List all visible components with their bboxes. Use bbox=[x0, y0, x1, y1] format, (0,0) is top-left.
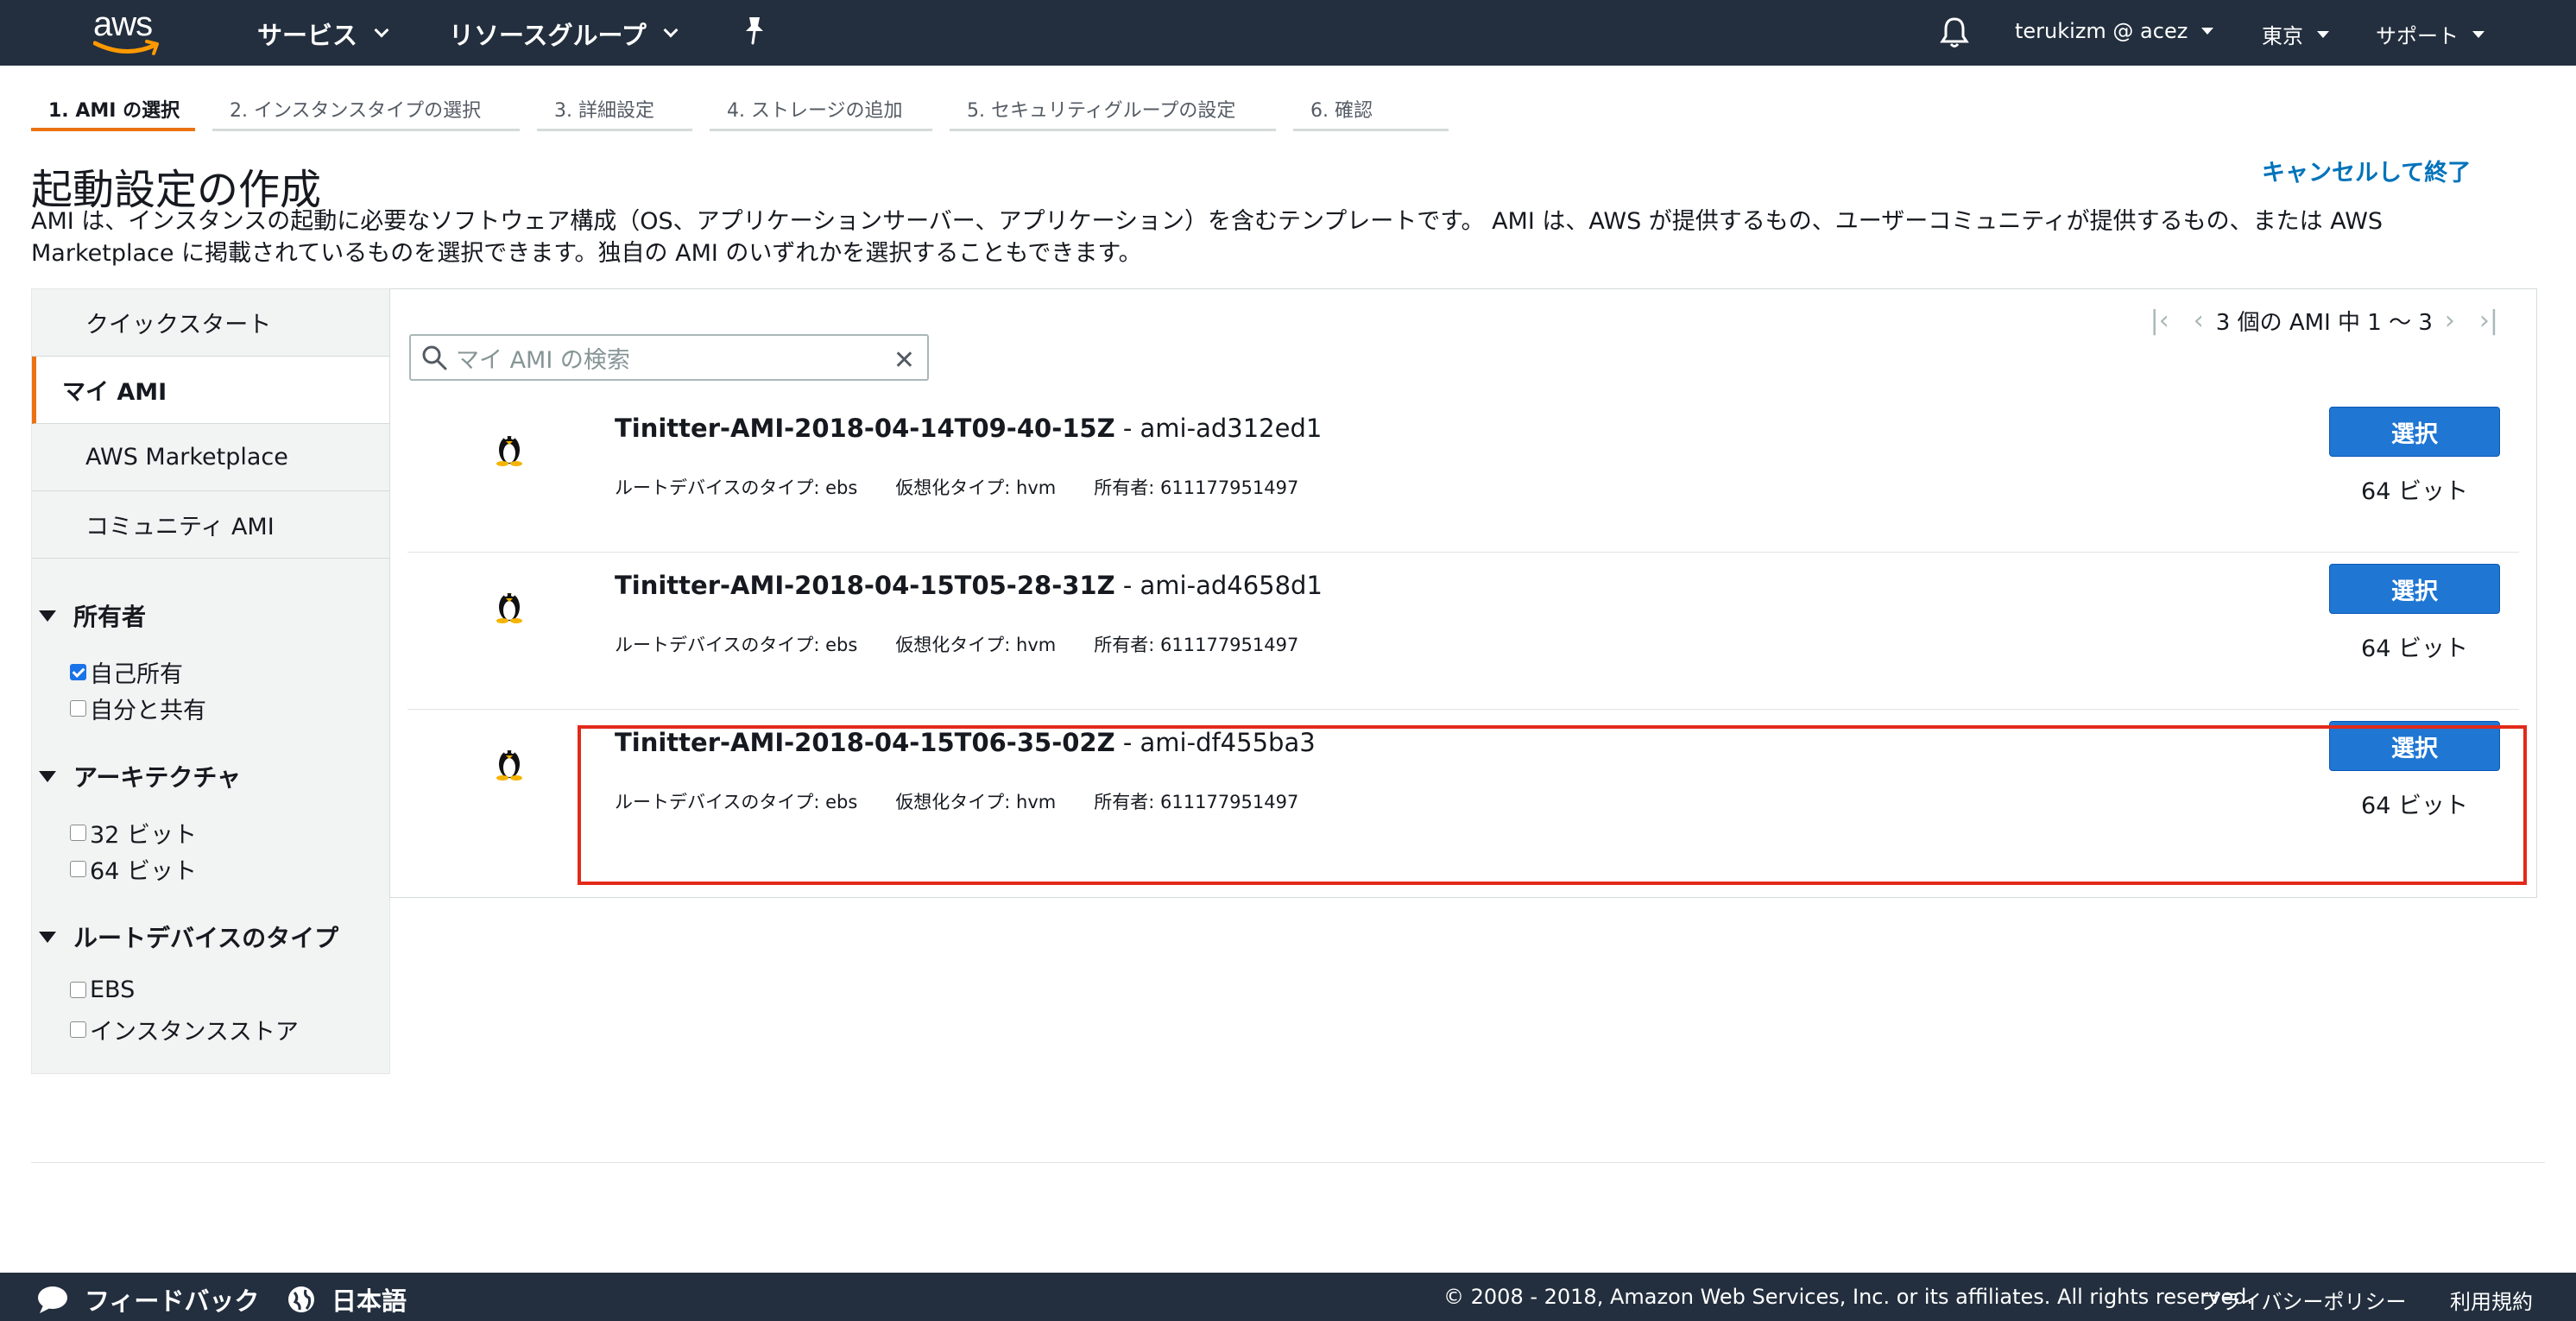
caret-down-icon bbox=[2472, 30, 2484, 38]
highlight-box bbox=[578, 725, 2527, 885]
select-ami-button[interactable]: 選択 bbox=[2329, 564, 2500, 614]
caret-down-icon bbox=[2201, 28, 2214, 35]
search-placeholder: マイ AMI の検索 bbox=[456, 346, 630, 374]
triangle-down-icon bbox=[39, 610, 56, 622]
linux-penguin-icon bbox=[496, 593, 522, 623]
filter-root-instance-store-checkbox[interactable]: インスタンスストア bbox=[70, 1013, 299, 1046]
ami-row: Tinitter-AMI-2018-04-14T09-40-15Z - ami-… bbox=[407, 396, 2519, 553]
cancel-and-exit-link[interactable]: キャンセルして終了 bbox=[2262, 154, 2471, 187]
search-icon bbox=[422, 345, 447, 370]
chevron-down-icon bbox=[663, 22, 679, 38]
resource-groups-menu[interactable]: リソースグループ bbox=[449, 16, 679, 52]
last-page-icon[interactable]: ›| bbox=[2479, 306, 2498, 336]
linux-penguin-icon bbox=[496, 750, 522, 781]
support-menu[interactable]: サポート bbox=[2376, 19, 2484, 49]
services-menu[interactable]: サービス bbox=[257, 16, 389, 52]
filter-architecture-header[interactable]: アーキテクチャ bbox=[39, 759, 241, 793]
pagination-label: 3 個の AMI 中 1 〜 3 bbox=[2215, 310, 2433, 336]
filter-root-ebs-checkbox[interactable]: EBS bbox=[70, 977, 135, 1003]
ami-row: Tinitter-AMI-2018-04-15T05-28-31Z - ami-… bbox=[407, 553, 2519, 710]
terms-of-use-link[interactable]: 利用規約 bbox=[2450, 1285, 2533, 1315]
triangle-down-icon bbox=[39, 931, 56, 943]
next-page-icon[interactable]: › bbox=[2445, 306, 2455, 336]
ami-name: Tinitter-AMI-2018-04-15T05-28-31Z - ami-… bbox=[615, 571, 1323, 600]
wizard-step-review[interactable]: 6. 確認 bbox=[1293, 92, 1449, 131]
filter-owner-shared-checkbox[interactable]: 自分と共有 bbox=[70, 692, 206, 725]
checkbox-icon bbox=[70, 825, 86, 841]
privacy-policy-link[interactable]: プライバシーポリシー bbox=[2200, 1285, 2407, 1315]
filter-root-device-header[interactable]: ルートデバイスのタイプ bbox=[39, 920, 338, 954]
sidebar-tab-aws-marketplace[interactable]: AWS Marketplace bbox=[32, 424, 391, 491]
sidebar-tab-quickstart[interactable]: クイックスタート bbox=[32, 289, 391, 357]
sidebar-tab-my-amis[interactable]: マイ AMI bbox=[32, 357, 391, 424]
ami-source-sidebar: クイックスタート マイ AMI AWS Marketplace コミュニティ A… bbox=[31, 288, 391, 1074]
select-ami-button[interactable]: 選択 bbox=[2329, 407, 2500, 457]
sidebar-tab-community-amis[interactable]: コミュニティ AMI bbox=[32, 491, 391, 559]
pin-icon[interactable] bbox=[742, 16, 767, 48]
wizard-step-security-group[interactable]: 5. セキュリティグループの設定 bbox=[950, 92, 1276, 131]
checkbox-icon bbox=[70, 1021, 86, 1038]
user-account-menu[interactable]: terukizm @ acez bbox=[2015, 19, 2214, 43]
aws-logo[interactable]: aws bbox=[93, 5, 166, 57]
ami-architecture: 64 ビット bbox=[2361, 635, 2468, 662]
language-selector[interactable]: 日本語 bbox=[287, 1281, 407, 1318]
smile-arrow-icon bbox=[93, 40, 159, 55]
first-page-icon[interactable]: |‹ bbox=[2150, 306, 2169, 336]
filter-arch-64bit-checkbox[interactable]: 64 ビット bbox=[70, 852, 197, 886]
checkbox-icon bbox=[70, 982, 86, 998]
triangle-down-icon bbox=[39, 770, 56, 782]
globe-icon bbox=[288, 1286, 314, 1312]
wizard-step-details[interactable]: 3. 詳細設定 bbox=[537, 92, 692, 131]
caret-down-icon bbox=[2317, 30, 2329, 38]
ami-metadata: ルートデバイスのタイプ: ebs 仮想化タイプ: hvm 所有者: 61117795… bbox=[615, 477, 1299, 498]
previous-page-icon[interactable]: ‹ bbox=[2194, 306, 2204, 336]
linux-penguin-icon bbox=[496, 436, 522, 466]
speech-bubble-icon bbox=[38, 1286, 67, 1313]
pagination: |‹ ‹ 3 個の AMI 中 1 〜 3 › ›| bbox=[2138, 305, 2510, 337]
ami-name: Tinitter-AMI-2018-04-14T09-40-15Z - ami-… bbox=[615, 414, 1323, 443]
wizard-step-storage[interactable]: 4. ストレージの追加 bbox=[710, 92, 932, 131]
filter-arch-32bit-checkbox[interactable]: 32 ビット bbox=[70, 816, 197, 850]
feedback-link[interactable]: フィードバック bbox=[36, 1281, 259, 1318]
ami-architecture: 64 ビット bbox=[2361, 478, 2468, 505]
checkbox-icon bbox=[70, 700, 86, 717]
wizard-step-choose-ami[interactable]: 1. AMI の選択 bbox=[31, 92, 195, 131]
ami-search-input[interactable]: マイ AMI の検索 ✕ bbox=[409, 334, 929, 381]
checkbox-icon bbox=[70, 861, 86, 877]
bell-icon[interactable] bbox=[1939, 16, 1970, 52]
copyright-text: © 2008 - 2018, Amazon Web Services, Inc.… bbox=[1443, 1285, 2254, 1309]
page-description: AMI は、インスタンスの起動に必要なソフトウェア構成（OS、アプリケーションサ… bbox=[31, 208, 2383, 267]
clear-search-icon[interactable]: ✕ bbox=[893, 345, 915, 376]
ami-metadata: ルートデバイスのタイプ: ebs 仮想化タイプ: hvm 所有者: 61117795… bbox=[615, 635, 1299, 655]
chevron-down-icon bbox=[374, 22, 389, 38]
filter-owner-header[interactable]: 所有者 bbox=[39, 598, 146, 633]
wizard-step-instance-type[interactable]: 2. インスタンスタイプの選択 bbox=[212, 92, 520, 131]
footer-bar: フィードバック 日本語 © 2008 - 2018, Amazon Web Se… bbox=[0, 1273, 2576, 1321]
divider bbox=[31, 1162, 2545, 1163]
region-menu[interactable]: 東京 bbox=[2262, 19, 2329, 49]
checkbox-checked-icon bbox=[70, 664, 86, 680]
filter-owner-self-checkbox[interactable]: 自己所有 bbox=[70, 655, 183, 689]
top-navigation-bar: aws サービス リソースグループ terukizm @ acez 東京 サポー… bbox=[0, 0, 2576, 66]
